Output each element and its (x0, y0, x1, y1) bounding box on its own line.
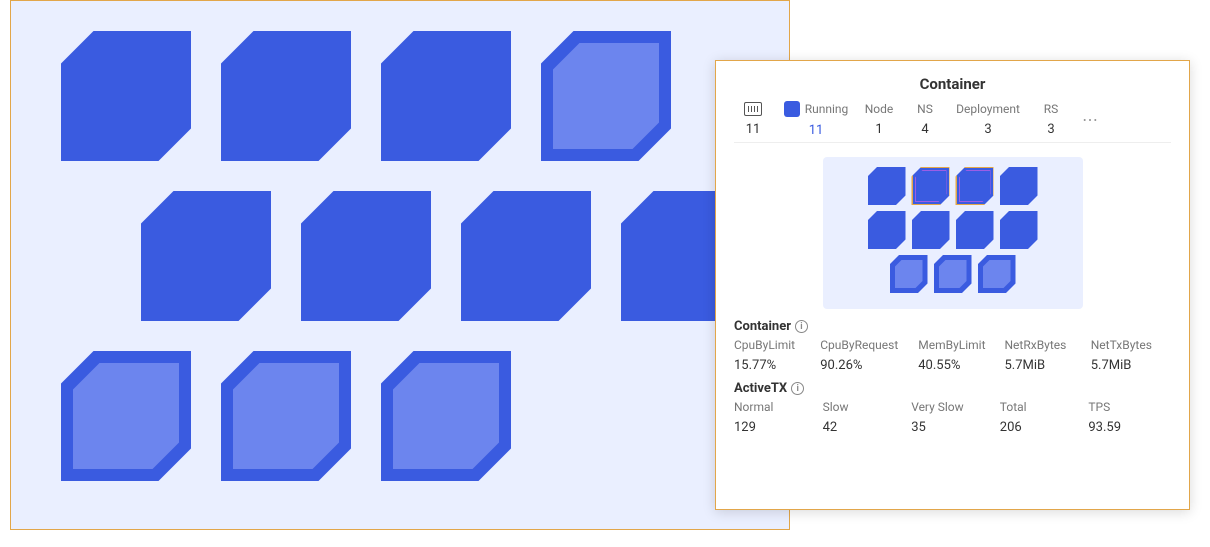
stat-label: Running (805, 102, 849, 116)
metric-label: NetRxBytes (1005, 338, 1085, 352)
mini-container-tile[interactable] (956, 211, 994, 249)
mini-container-tile-selected[interactable] (956, 167, 994, 205)
metric-col: CpuByLimit 15.77% (734, 338, 814, 373)
metric-col: Slow 42 (823, 400, 906, 435)
section-title: ActiveTX i (734, 381, 1171, 396)
panel-title: Container (734, 75, 1171, 93)
metric-label: Slow (823, 400, 906, 414)
mini-container-tile[interactable] (978, 255, 1016, 293)
metric-value: 5.7MiB (1005, 358, 1085, 373)
metric-label: Total (1000, 400, 1083, 414)
stat-label: Deployment (956, 102, 1020, 116)
metric-row: Normal 129 Slow 42 Very Slow 35 Total 20… (734, 400, 1171, 435)
stat-total[interactable]: 11 (734, 102, 772, 137)
metric-col: Total 206 (1000, 400, 1083, 435)
info-icon[interactable]: i (795, 320, 808, 333)
stat-value: 11 (746, 122, 761, 137)
metric-value: 40.55% (918, 358, 998, 373)
more-menu-icon[interactable]: ⋯ (1078, 110, 1103, 129)
metric-col: Normal 129 (734, 400, 817, 435)
mini-row (831, 255, 1075, 293)
mini-container-map (823, 157, 1083, 309)
metric-label: NetTxBytes (1091, 338, 1171, 352)
container-tile[interactable] (141, 191, 271, 321)
metric-label: Normal (734, 400, 817, 414)
grid-row (61, 31, 769, 161)
stat-value: 11 (809, 123, 824, 138)
summary-stats-row: 11 Running 11 Node 1 NS 4 Deployment 3 R… (734, 101, 1171, 143)
stat-deployment[interactable]: Deployment 3 (952, 102, 1024, 137)
stat-ns[interactable]: NS 4 (906, 102, 944, 137)
container-tile[interactable] (221, 31, 351, 161)
grid-row (61, 351, 769, 481)
container-tile[interactable] (61, 351, 191, 481)
mini-container-tile[interactable] (934, 255, 972, 293)
container-tile[interactable] (541, 31, 671, 161)
metric-value: 15.77% (734, 358, 814, 373)
metric-label: CpuByRequest (820, 338, 912, 352)
metric-value: 35 (911, 420, 994, 435)
stat-running[interactable]: Running 11 (780, 101, 852, 138)
stat-value: 1 (875, 122, 882, 137)
stat-label: Node (865, 102, 894, 116)
mini-row (831, 167, 1075, 205)
metric-value: 90.26% (820, 358, 912, 373)
grid-row (141, 191, 769, 321)
container-tile[interactable] (221, 351, 351, 481)
stat-label: NS (917, 102, 933, 116)
metric-value: 42 (823, 420, 906, 435)
metric-label: MemByLimit (918, 338, 998, 352)
metric-label: TPS (1088, 400, 1171, 414)
metric-col: NetRxBytes 5.7MiB (1005, 338, 1085, 373)
mini-container-tile-selected[interactable] (912, 167, 950, 205)
mini-container-tile[interactable] (912, 211, 950, 249)
section-title-text: Container (734, 319, 791, 334)
metric-col: Very Slow 35 (911, 400, 994, 435)
metric-col: CpuByRequest 90.26% (820, 338, 912, 373)
mini-container-tile[interactable] (868, 211, 906, 249)
container-tile[interactable] (61, 31, 191, 161)
metric-col: MemByLimit 40.55% (918, 338, 998, 373)
stat-value: 4 (921, 122, 928, 137)
container-tile[interactable] (301, 191, 431, 321)
metric-col: NetTxBytes 5.7MiB (1091, 338, 1171, 373)
mini-row (831, 211, 1075, 249)
container-tile[interactable] (381, 351, 511, 481)
metric-label: Very Slow (911, 400, 994, 414)
container-metrics-section: Container i CpuByLimit 15.77% CpuByReque… (734, 319, 1171, 373)
metric-value: 206 (1000, 420, 1083, 435)
container-detail-panel: Container 11 Running 11 Node 1 NS 4 Depl… (715, 60, 1190, 510)
container-tile[interactable] (461, 191, 591, 321)
stat-label: RS (1044, 102, 1059, 116)
section-title-text: ActiveTX (734, 381, 787, 396)
mini-container-tile[interactable] (1000, 211, 1038, 249)
info-icon[interactable]: i (791, 382, 804, 395)
container-grid (31, 31, 769, 481)
metric-value: 5.7MiB (1091, 358, 1171, 373)
activetx-metrics-section: ActiveTX i Normal 129 Slow 42 Very Slow … (734, 381, 1171, 435)
stat-node[interactable]: Node 1 (860, 102, 898, 137)
metric-col: TPS 93.59 (1088, 400, 1171, 435)
metric-row: CpuByLimit 15.77% CpuByRequest 90.26% Me… (734, 338, 1171, 373)
container-tile[interactable] (381, 31, 511, 161)
metric-value: 129 (734, 420, 817, 435)
container-map-panel (10, 0, 790, 530)
metric-label: CpuByLimit (734, 338, 814, 352)
section-title: Container i (734, 319, 1171, 334)
chip-icon (744, 102, 762, 116)
stat-value: 3 (984, 122, 991, 137)
metric-value: 93.59 (1088, 420, 1171, 435)
running-swatch-icon (784, 101, 800, 117)
mini-container-tile[interactable] (868, 167, 906, 205)
mini-container-tile[interactable] (890, 255, 928, 293)
stat-value: 3 (1047, 122, 1054, 137)
mini-container-tile[interactable] (1000, 167, 1038, 205)
stat-rs[interactable]: RS 3 (1032, 102, 1070, 137)
